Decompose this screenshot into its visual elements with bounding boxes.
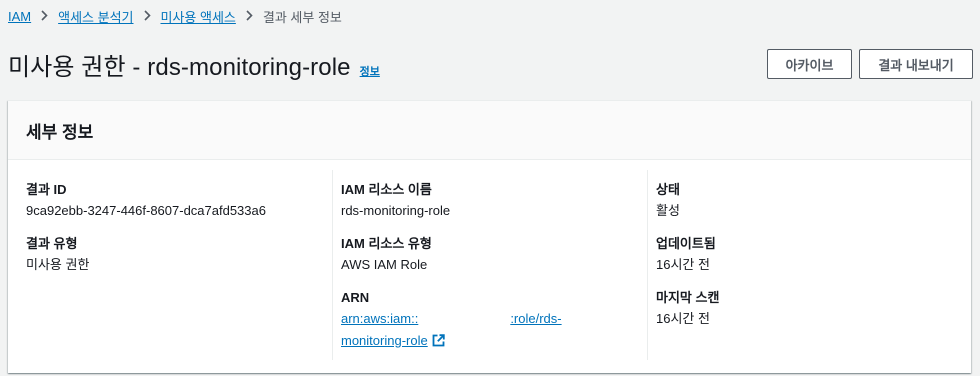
finding-type-field: 결과 유형 미사용 권한 [26,235,331,276]
breadcrumb: IAM 액세스 분석기 미사용 액세스 결과 세부 정보 [8,7,342,26]
details-column-finding: 결과 ID 9ca92ebb-3247-446f-8607-dca7afd533… [26,170,331,289]
arn-suffix-2: monitoring-role [341,333,428,348]
resource-type-value: AWS IAM Role [341,257,428,272]
last-scan-label: 마지막 스캔 [656,290,720,305]
updated-field: 업데이트됨 16시간 전 [656,235,961,276]
arn-label: ARN [341,290,370,305]
arn-prefix: arn:aws:iam:: [341,311,419,326]
archive-button[interactable]: 아카이브 [767,49,852,79]
finding-id-label: 결과 ID [26,182,67,197]
last-scan-field: 마지막 스캔 16시간 전 [656,289,961,330]
column-divider [647,170,648,360]
updated-label: 업데이트됨 [656,236,716,251]
details-column-status: 상태 활성 업데이트됨 16시간 전 마지막 스캔 16시간 전 [656,170,961,343]
details-section-title: 세부 정보 [26,122,94,142]
arn-suffix: :role/rds- [510,311,562,326]
page-header: 미사용 권한 - rds-monitoring-role 정보 [8,47,380,82]
details-panel-header: 세부 정보 [8,101,971,160]
finding-type-label: 결과 유형 [26,236,78,251]
chevron-right-icon [143,9,151,24]
chevron-right-icon [41,9,48,24]
arn-link[interactable]: arn:aws:iam:::role/rds-monitoring-role [341,311,562,348]
finding-type-value: 미사용 권한 [26,257,90,272]
resource-name-label: IAM 리소스 이름 [341,182,432,197]
arn-redacted-account [418,322,510,323]
breadcrumb-current: 결과 세부 정보 [262,10,342,25]
resource-type-label: IAM 리소스 유형 [341,236,432,251]
resource-name-value: rds-monitoring-role [341,203,451,218]
finding-id-value: 9ca92ebb-3247-446f-8607-dca7afd533a6 [26,203,266,218]
export-findings-button[interactable]: 결과 내보내기 [859,49,973,79]
updated-value: 16시간 전 [656,257,710,272]
chevron-right-icon [246,9,253,24]
status-field: 상태 활성 [656,181,961,222]
status-value: 활성 [656,203,680,218]
status-label: 상태 [656,182,680,197]
breadcrumb-link-unused-access[interactable]: 미사용 액세스 [161,7,236,26]
last-scan-value: 16시간 전 [656,311,710,326]
external-link-icon[interactable] [432,332,445,354]
breadcrumb-link-access-analyzer[interactable]: 액세스 분석기 [58,7,133,26]
info-link[interactable]: 정보 [360,63,380,79]
column-divider [332,170,333,360]
details-panel: 세부 정보 결과 ID 9ca92ebb-3247-446f-8607-dca7… [8,100,971,373]
arn-field: ARN arn:aws:iam:::role/rds-monitoring-ro… [341,289,646,354]
finding-id-field: 결과 ID 9ca92ebb-3247-446f-8607-dca7afd533… [26,181,331,222]
page-title: 미사용 권한 - rds-monitoring-role [8,54,351,81]
resource-type-field: IAM 리소스 유형 AWS IAM Role [341,235,646,276]
breadcrumb-link-iam[interactable]: IAM [8,9,31,24]
resource-name-field: IAM 리소스 이름 rds-monitoring-role [341,181,646,222]
arn-value: arn:aws:iam:::role/rds-monitoring-role [341,308,646,354]
details-column-resource: IAM 리소스 이름 rds-monitoring-role IAM 리소스 유… [341,170,646,367]
